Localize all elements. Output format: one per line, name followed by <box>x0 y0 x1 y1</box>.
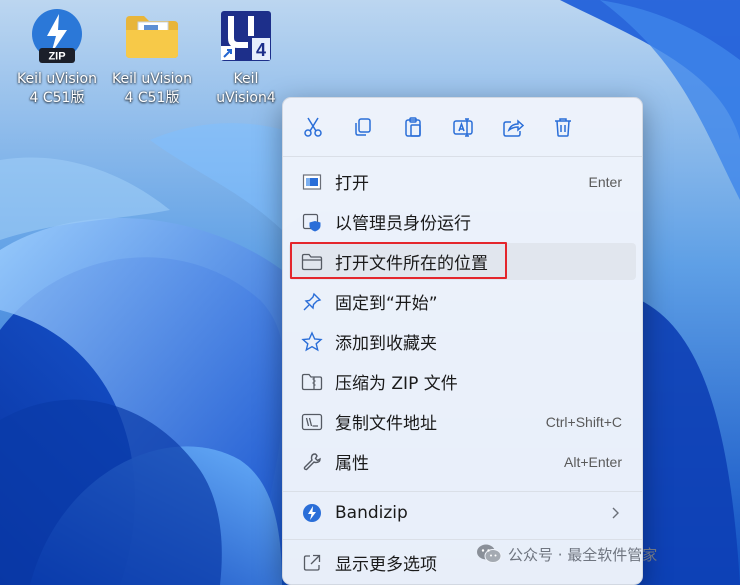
wrench-icon <box>300 450 324 474</box>
menu-item-copy-as-path[interactable]: 复制文件地址 Ctrl+Shift+C <box>289 403 636 440</box>
zip-badge-text: ZIP <box>48 51 65 63</box>
wechat-icon <box>477 544 502 563</box>
menu-item-shortcut: Enter <box>588 173 622 190</box>
menu-item-compress-to-zip[interactable]: 压缩为 ZIP 文件 <box>289 363 636 400</box>
label-line-1: Keil uVision <box>112 71 192 87</box>
rename-button[interactable] <box>444 108 482 146</box>
menu-item-shortcut: Alt+Enter <box>564 453 622 470</box>
uv-badge-text: 4 <box>256 40 266 60</box>
label-line-2: 4 C51版 <box>124 90 180 106</box>
watermark-text: 公众号 · 最全软件管家 <box>508 545 658 564</box>
menu-item-label: 属性 <box>335 454 369 474</box>
app-window-icon <box>300 170 324 194</box>
menu-item-add-to-favorites[interactable]: 添加到收藏夹 <box>289 323 636 360</box>
pin-icon <box>300 290 324 314</box>
menu-item-run-as-admin[interactable]: 以管理员身份运行 <box>289 203 636 240</box>
desktop-icon-label: Keil uVision 4 C51版 <box>11 70 103 108</box>
desktop-icon-keil-zip[interactable]: ZIP Keil uVision 4 C51版 <box>11 6 103 108</box>
menu-item-label: 打开 <box>335 174 369 194</box>
label-line-1: Keil <box>233 71 259 87</box>
trash-icon <box>555 117 571 137</box>
folder-icon <box>122 6 182 66</box>
menu-item-label: 以管理员身份运行 <box>335 214 471 234</box>
desktop-icon-label: Keil uVision 4 C51版 <box>106 70 198 108</box>
shield-window-icon <box>300 210 324 234</box>
desktop-icon-label: Keil uVision4 <box>200 70 292 108</box>
paste-button[interactable] <box>394 108 432 146</box>
menu-item-label: 显示更多选项 <box>335 555 437 575</box>
label-line-1: Keil uVision <box>17 71 97 87</box>
uvision-app-icon: 4 <box>216 6 276 66</box>
menu-item-label: 压缩为 ZIP 文件 <box>335 374 458 394</box>
desktop-icon-keil-folder[interactable]: Keil uVision 4 C51版 <box>106 6 198 108</box>
desktop-icon-keil-shortcut[interactable]: 4 Keil uVision4 <box>200 6 292 108</box>
rename-icon <box>453 117 473 137</box>
menu-separator <box>283 539 642 540</box>
context-menu-toolbar <box>283 98 642 155</box>
share-button[interactable] <box>494 108 532 146</box>
bandizip-icon <box>300 501 324 525</box>
copy-button[interactable] <box>344 108 382 146</box>
delete-button[interactable] <box>544 108 582 146</box>
label-line-2: 4 C51版 <box>29 90 85 106</box>
bandizip-archive-icon: ZIP <box>27 6 87 66</box>
annotation-highlight-box <box>290 242 507 279</box>
menu-item-bandizip[interactable]: Bandizip <box>289 494 636 531</box>
menu-item-label: Bandizip <box>335 502 408 523</box>
label-line-2: uVision4 <box>216 90 276 106</box>
share-icon <box>503 118 524 137</box>
watermark: 公众号 · 最全软件管家 <box>476 541 657 567</box>
menu-item-open[interactable]: 打开 Enter <box>289 163 636 200</box>
menu-item-label: 添加到收藏夹 <box>335 334 437 354</box>
menu-item-properties[interactable]: 属性 Alt+Enter <box>289 443 636 480</box>
cut-button[interactable] <box>294 108 332 146</box>
star-icon <box>300 330 324 354</box>
copy-icon <box>355 117 371 136</box>
context-menu: 打开 Enter 以管理员身份运行 打开文件所在的位置 固定到“开始” 添加到收… <box>282 97 643 585</box>
zip-folder-icon <box>300 370 324 394</box>
menu-item-label: 复制文件地址 <box>335 414 437 434</box>
menu-item-shortcut: Ctrl+Shift+C <box>545 413 622 430</box>
chevron-right-icon <box>612 507 619 518</box>
menu-separator <box>283 156 642 157</box>
menu-item-label: 固定到“开始” <box>335 294 438 314</box>
menu-item-pin-to-start[interactable]: 固定到“开始” <box>289 283 636 320</box>
menu-separator <box>283 491 642 492</box>
copy-path-icon <box>300 410 324 434</box>
open-external-icon <box>300 551 324 575</box>
scissors-icon <box>304 117 322 137</box>
clipboard-icon <box>405 116 421 137</box>
